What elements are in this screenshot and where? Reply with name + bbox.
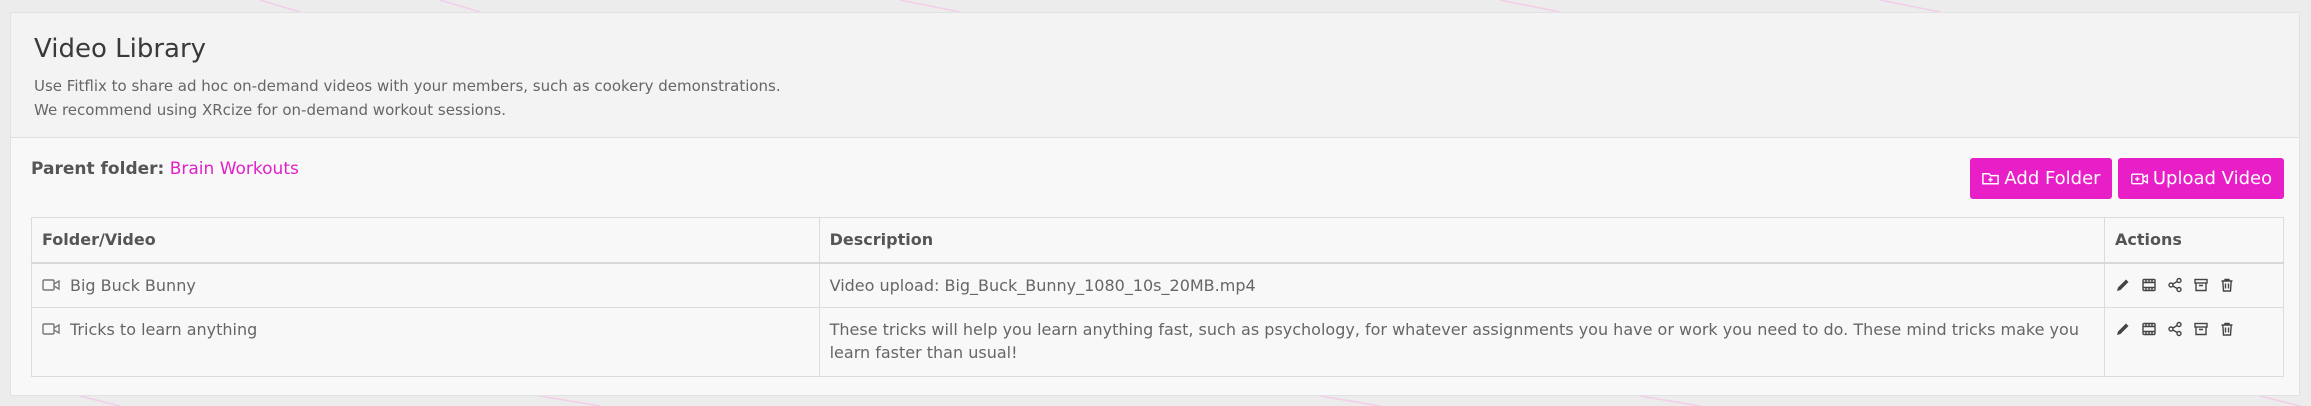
table-row: Tricks to learn anything These tricks wi…: [31, 306, 2284, 377]
upload-video-button[interactable]: Upload Video: [2118, 158, 2284, 199]
column-header-folder-video: Folder/Video: [31, 217, 820, 264]
video-camera-icon: [42, 279, 60, 291]
add-folder-button[interactable]: Add Folder: [1970, 158, 2112, 199]
share-icon[interactable]: [2167, 277, 2183, 293]
folder-plus-icon: [1982, 172, 2000, 185]
video-plus-icon: [2130, 173, 2148, 185]
row-actions-cell: [2104, 306, 2284, 377]
intro-text: Use Fitflix to share ad hoc on-demand vi…: [34, 74, 2276, 122]
edit-icon[interactable]: [2115, 321, 2131, 337]
film-icon[interactable]: [2141, 321, 2157, 337]
row-name-cell: Tricks to learn anything: [31, 306, 820, 377]
add-folder-label: Add Folder: [2004, 168, 2101, 189]
share-icon[interactable]: [2167, 321, 2183, 337]
table-header-row: Folder/Video Description Actions: [31, 217, 2284, 264]
panel-header: Video Library Use Fitflix to share ad ho…: [11, 13, 2299, 138]
video-camera-icon: [42, 323, 60, 335]
archive-icon[interactable]: [2193, 321, 2209, 337]
upload-video-label: Upload Video: [2152, 168, 2273, 189]
column-header-actions: Actions: [2104, 217, 2284, 264]
intro-line-2: We recommend using XRcize for on-demand …: [34, 101, 507, 119]
table-row: Big Buck Bunny Video upload: Big_Buck_Bu…: [31, 262, 2284, 308]
page-title: Video Library: [34, 34, 207, 64]
row-description: These tricks will help you learn anythin…: [818, 306, 2106, 377]
video-library-panel: Video Library Use Fitflix to share ad ho…: [10, 12, 2300, 396]
video-table: Folder/Video Description Actions Big Buc…: [31, 217, 2284, 377]
archive-icon[interactable]: [2193, 277, 2209, 293]
trash-icon[interactable]: [2219, 277, 2235, 293]
trash-icon[interactable]: [2219, 321, 2235, 337]
film-icon[interactable]: [2141, 277, 2157, 293]
row-description: Video upload: Big_Buck_Bunny_1080_10s_20…: [818, 262, 2106, 308]
parent-folder: Parent folder: Brain Workouts: [31, 159, 299, 179]
row-actions-cell: [2104, 262, 2284, 308]
parent-folder-link[interactable]: Brain Workouts: [170, 159, 299, 179]
parent-folder-label: Parent folder:: [31, 159, 165, 179]
intro-line-1: Use Fitflix to share ad hoc on-demand vi…: [34, 77, 781, 95]
video-name[interactable]: Tricks to learn anything: [70, 318, 257, 341]
edit-icon[interactable]: [2115, 277, 2131, 293]
row-name-cell: Big Buck Bunny: [31, 262, 820, 308]
column-header-description: Description: [818, 217, 2106, 264]
video-name[interactable]: Big Buck Bunny: [70, 274, 196, 297]
